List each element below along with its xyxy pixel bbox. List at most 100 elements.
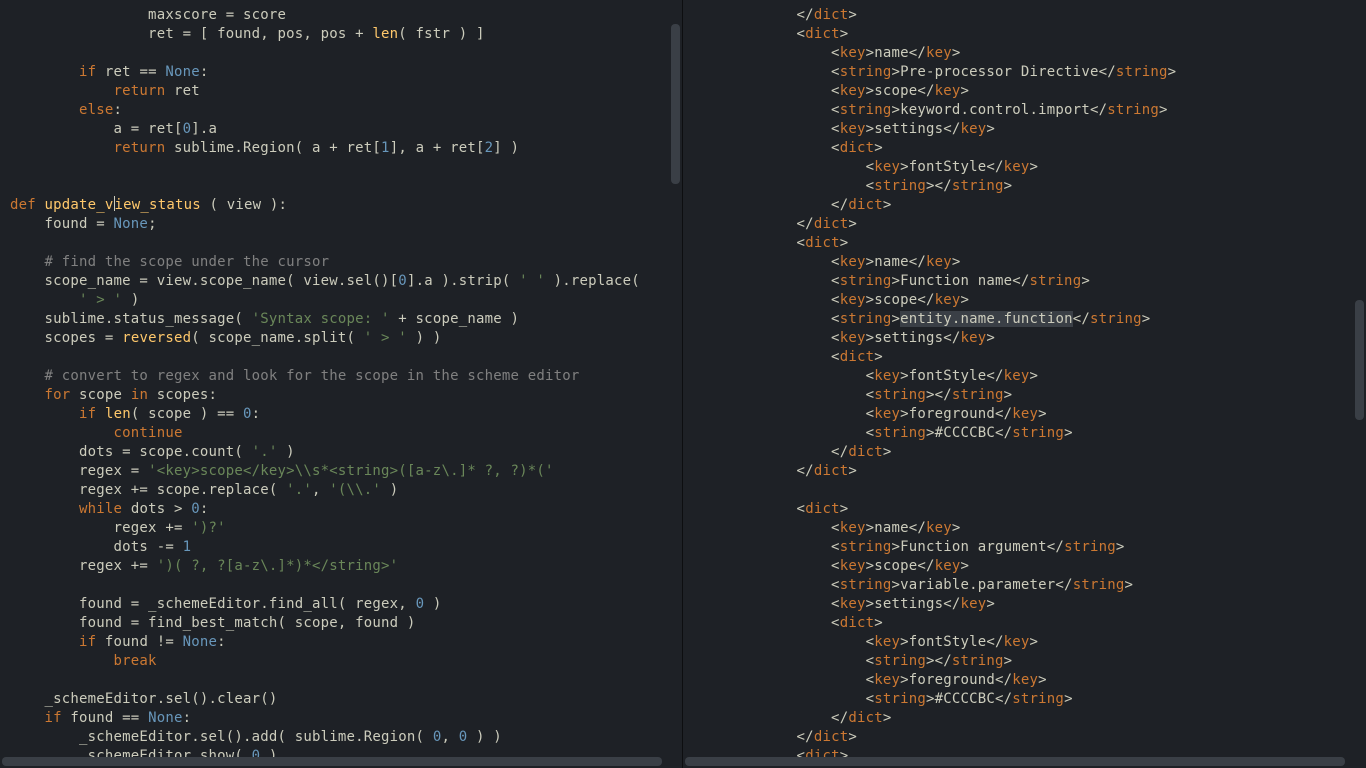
- code-line[interactable]: <key>settings</key>: [693, 329, 1366, 348]
- code-line[interactable]: <key>fontStyle</key>: [693, 633, 1366, 652]
- right-code-area[interactable]: </dict> <dict> <key>name</key> <string>P…: [683, 0, 1366, 766]
- right-editor-pane[interactable]: </dict> <dict> <key>name</key> <string>P…: [683, 0, 1366, 768]
- code-line[interactable]: [10, 234, 682, 253]
- code-line[interactable]: [10, 576, 682, 595]
- code-line[interactable]: </dict>: [693, 462, 1366, 481]
- code-token: >#CCCCBC</: [926, 691, 1012, 707]
- code-line[interactable]: scopes = reversed( scope_name.split( ' >…: [10, 329, 682, 348]
- code-line[interactable]: <key>scope</key>: [693, 82, 1366, 101]
- code-line[interactable]: <dict>: [693, 234, 1366, 253]
- code-line[interactable]: found = _schemeEditor.find_all( regex, 0…: [10, 595, 682, 614]
- code-line[interactable]: regex += ')?': [10, 519, 682, 538]
- code-line[interactable]: <string>Function argument</string>: [693, 538, 1366, 557]
- code-line[interactable]: <key>settings</key>: [693, 595, 1366, 614]
- code-line[interactable]: <key>fontStyle</key>: [693, 367, 1366, 386]
- code-line[interactable]: <dict>: [693, 500, 1366, 519]
- code-token: dict: [814, 463, 849, 479]
- code-line[interactable]: def update_view_status ( view ):: [10, 196, 682, 215]
- code-line[interactable]: <string>#CCCCBC</string>: [693, 690, 1366, 709]
- code-line[interactable]: a = ret[0].a: [10, 120, 682, 139]
- code-token: string: [952, 653, 1004, 669]
- code-line[interactable]: <string></string>: [693, 386, 1366, 405]
- code-line[interactable]: ret = [ found, pos, pos + len( fstr ) ]: [10, 25, 682, 44]
- code-line[interactable]: <dict>: [693, 139, 1366, 158]
- code-line[interactable]: </dict>: [693, 443, 1366, 462]
- code-line[interactable]: <key>name</key>: [693, 44, 1366, 63]
- code-line[interactable]: _schemeEditor.sel().clear(): [10, 690, 682, 709]
- code-line[interactable]: found = find_best_match( scope, found ): [10, 614, 682, 633]
- code-line[interactable]: <key>name</key>: [693, 253, 1366, 272]
- code-line[interactable]: _schemeEditor.sel().add( sublime.Region(…: [10, 728, 682, 747]
- code-line[interactable]: </dict>: [693, 196, 1366, 215]
- code-line[interactable]: <key>scope</key>: [693, 291, 1366, 310]
- code-line[interactable]: for scope in scopes:: [10, 386, 682, 405]
- code-line[interactable]: [10, 44, 682, 63]
- code-token: ) ): [407, 330, 442, 346]
- code-line[interactable]: <dict>: [693, 614, 1366, 633]
- code-line[interactable]: </dict>: [693, 709, 1366, 728]
- code-line[interactable]: <string>#CCCCBC</string>: [693, 424, 1366, 443]
- code-line[interactable]: <dict>: [693, 348, 1366, 367]
- code-line[interactable]: <string></string>: [693, 177, 1366, 196]
- left-editor-pane[interactable]: maxscore = score ret = [ found, pos, pos…: [0, 0, 683, 768]
- right-vertical-scrollbar[interactable]: [1355, 300, 1364, 420]
- code-line[interactable]: found = None;: [10, 215, 682, 234]
- left-horizontal-scrollbar[interactable]: [2, 757, 662, 766]
- code-line[interactable]: <string>entity.name.function</string>: [693, 310, 1366, 329]
- code-token: >Function name</: [891, 273, 1029, 289]
- code-line[interactable]: </dict>: [693, 215, 1366, 234]
- code-line[interactable]: <string>keyword.control.import</string>: [693, 101, 1366, 120]
- code-line[interactable]: maxscore = score: [10, 6, 682, 25]
- code-token: sublime.status_message(: [10, 311, 252, 327]
- code-token: key: [840, 558, 866, 574]
- code-token: >: [952, 520, 961, 536]
- code-line[interactable]: regex = '<key>scope</key>\\s*<string>([a…: [10, 462, 682, 481]
- code-line[interactable]: if len( scope ) == 0:: [10, 405, 682, 424]
- code-line[interactable]: [693, 481, 1366, 500]
- code-line[interactable]: regex += scope.replace( '.', '(\\.' ): [10, 481, 682, 500]
- right-horizontal-scrollbar[interactable]: [685, 757, 1345, 766]
- code-line[interactable]: <string>variable.parameter</string>: [693, 576, 1366, 595]
- code-line[interactable]: </dict>: [693, 728, 1366, 747]
- code-token: # find the scope under the cursor: [45, 254, 330, 270]
- code-line[interactable]: ' > ' ): [10, 291, 682, 310]
- code-line[interactable]: [10, 671, 682, 690]
- code-line[interactable]: # convert to regex and look for the scop…: [10, 367, 682, 386]
- code-line[interactable]: <key>fontStyle</key>: [693, 158, 1366, 177]
- code-line[interactable]: regex += ')( ?, ?[a-z\.]*)*</string>': [10, 557, 682, 576]
- code-token: <: [693, 577, 840, 593]
- code-line[interactable]: <key>scope</key>: [693, 557, 1366, 576]
- code-line[interactable]: sublime.status_message( 'Syntax scope: '…: [10, 310, 682, 329]
- code-line[interactable]: <key>foreground</key>: [693, 405, 1366, 424]
- code-line[interactable]: dots = scope.count( '.' ): [10, 443, 682, 462]
- code-token: string: [874, 691, 926, 707]
- code-line[interactable]: if found == None:: [10, 709, 682, 728]
- code-line[interactable]: <string></string>: [693, 652, 1366, 671]
- code-line[interactable]: <string>Pre-processor Directive</string>: [693, 63, 1366, 82]
- code-line[interactable]: return sublime.Region( a + ret[1], a + r…: [10, 139, 682, 158]
- left-code-area[interactable]: maxscore = score ret = [ found, pos, pos…: [0, 0, 682, 766]
- code-line[interactable]: else:: [10, 101, 682, 120]
- code-line[interactable]: [10, 348, 682, 367]
- code-line[interactable]: break: [10, 652, 682, 671]
- code-line[interactable]: if found != None:: [10, 633, 682, 652]
- code-line[interactable]: return ret: [10, 82, 682, 101]
- code-line[interactable]: while dots > 0:: [10, 500, 682, 519]
- code-line[interactable]: <dict>: [693, 25, 1366, 44]
- code-line[interactable]: <key>settings</key>: [693, 120, 1366, 139]
- code-line[interactable]: continue: [10, 424, 682, 443]
- code-line[interactable]: <key>name</key>: [693, 519, 1366, 538]
- code-token: [10, 83, 114, 99]
- left-vertical-scrollbar[interactable]: [671, 24, 680, 184]
- code-line[interactable]: [10, 158, 682, 177]
- code-line[interactable]: <string>Function name</string>: [693, 272, 1366, 291]
- code-line[interactable]: <key>foreground</key>: [693, 671, 1366, 690]
- code-line[interactable]: if ret == None:: [10, 63, 682, 82]
- code-line[interactable]: dots -= 1: [10, 538, 682, 557]
- code-line[interactable]: </dict>: [693, 6, 1366, 25]
- code-line[interactable]: [10, 177, 682, 196]
- code-token: ): [122, 292, 139, 308]
- code-token: <: [693, 292, 840, 308]
- code-line[interactable]: # find the scope under the cursor: [10, 253, 682, 272]
- code-line[interactable]: scope_name = view.scope_name( view.sel()…: [10, 272, 682, 291]
